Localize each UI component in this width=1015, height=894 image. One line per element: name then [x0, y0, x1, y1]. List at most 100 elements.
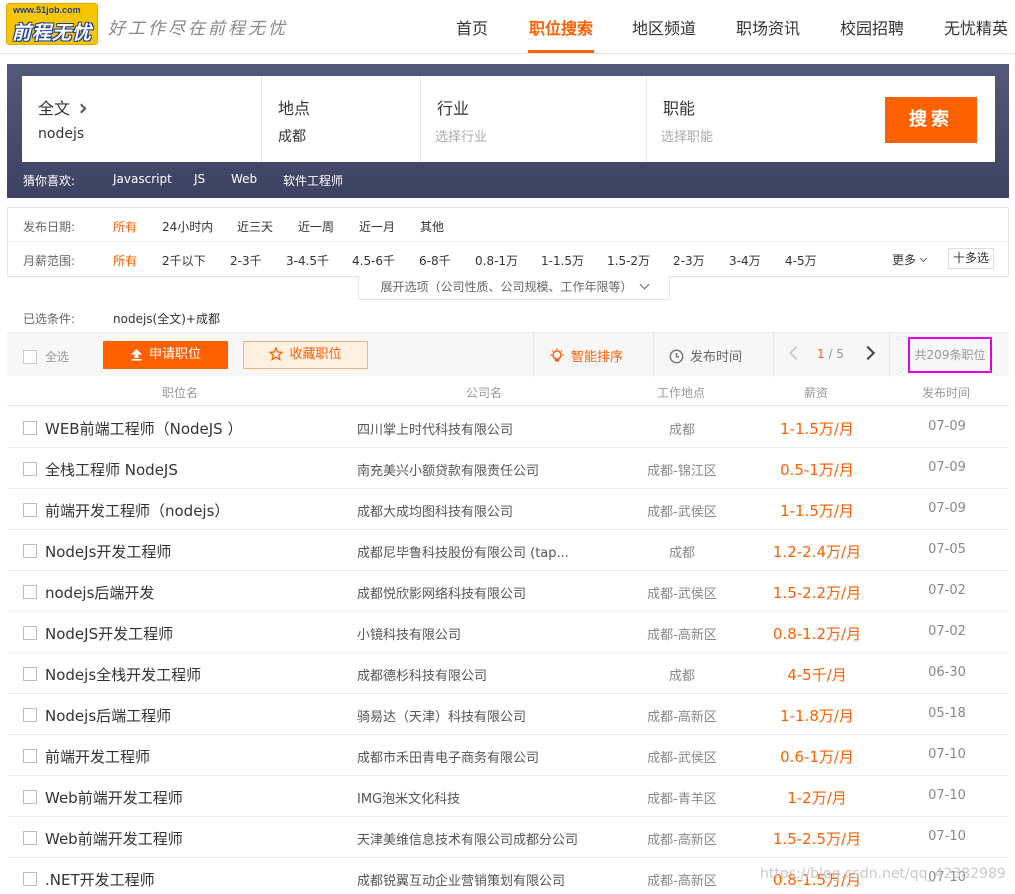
date-option[interactable]: 24小时内 [162, 218, 213, 235]
function-field[interactable]: 职能 选择职能 [647, 76, 877, 162]
job-title[interactable]: 前端开发工程师 [45, 746, 150, 767]
search-button[interactable]: 搜索 [885, 97, 977, 143]
table-row[interactable]: 全栈工程师 NodeJS 南充美兴小额贷款有限责任公司 成都-锦江区 0.5-1万/月… [7, 448, 1009, 489]
job-title[interactable]: NodeJS开发工程师 [45, 623, 173, 644]
salary-option[interactable]: 4.5-6千 [352, 252, 395, 269]
site-logo[interactable]: www.51job.com 前程无忧 [6, 3, 98, 45]
table-row[interactable]: nodejs后端开发 成都悦欣影网络科技有限公司 成都-武侯区 1.5-2.2万/月 0… [7, 571, 1009, 612]
row-checkbox[interactable] [23, 667, 37, 681]
job-title[interactable]: Web前端开发工程师 [45, 787, 183, 808]
job-title[interactable]: Nodejs后端工程师 [45, 705, 171, 726]
table-row[interactable]: Web前端开发工程师 IMG泡米文化科技 成都-青羊区 1-2万/月 07-10 [7, 776, 1009, 817]
row-checkbox[interactable] [23, 831, 37, 845]
more-toggle[interactable]: 更多 [892, 251, 928, 268]
salary-option[interactable]: 2-3万 [673, 252, 705, 269]
company-name[interactable]: 天津美维信息技术有限公司成都分公司 [357, 829, 578, 848]
location-field[interactable]: 地点 成都 [262, 76, 421, 162]
date-option[interactable]: 近一周 [298, 218, 334, 235]
nav-home[interactable]: 首页 [456, 15, 488, 39]
salary-option[interactable]: 3-4万 [729, 252, 761, 269]
table-row[interactable]: Nodejs后端工程师 骑易达（天津）科技有限公司 成都-高新区 1-1.8万/月 05… [7, 694, 1009, 735]
salary-option[interactable]: 2千以下 [162, 252, 206, 269]
row-checkbox[interactable] [23, 421, 37, 435]
job-title[interactable]: Web前端开发工程师 [45, 828, 183, 849]
guess-tag[interactable]: JS [194, 172, 205, 186]
checkbox[interactable] [23, 350, 37, 364]
row-checkbox[interactable] [23, 749, 37, 763]
keyword-field[interactable]: 全文 nodejs [22, 76, 262, 162]
salary-option[interactable]: 2-3千 [230, 252, 262, 269]
nav-career-news[interactable]: 职场资讯 [736, 15, 800, 39]
nav-job-search[interactable]: 职位搜索 [529, 15, 593, 39]
expand-options-toggle[interactable]: 展开选项（公司性质、公司规模、工作年限等） [358, 276, 670, 300]
guess-tag[interactable]: 软件工程师 [283, 172, 343, 189]
job-title[interactable]: .NET开发工程师 [45, 869, 155, 890]
company-name[interactable]: 成都德杉科技有限公司 [357, 665, 487, 684]
smart-sort-button[interactable]: 智能排序 [549, 346, 623, 365]
salary-option[interactable]: 4-5万 [785, 252, 817, 269]
row-checkbox[interactable] [23, 544, 37, 558]
company-name[interactable]: 成都尼毕鲁科技股份有限公司 (tap... [357, 542, 569, 561]
job-title[interactable]: 全栈工程师 NodeJS [45, 459, 178, 480]
keyword-label[interactable]: 全文 [38, 95, 87, 119]
company-name[interactable]: 小镜科技有限公司 [357, 624, 461, 643]
next-page-icon[interactable] [860, 345, 876, 361]
selected-conditions-value: nodejs(全文)+成都 [113, 312, 220, 326]
salary-option[interactable]: 3-4.5千 [286, 252, 329, 269]
company-name[interactable]: 成都悦欣影网络科技有限公司 [357, 583, 526, 602]
keyword-input[interactable]: nodejs [38, 126, 84, 142]
guess-tag[interactable]: Javascript [113, 172, 172, 186]
company-name[interactable]: IMG泡米文化科技 [357, 788, 460, 807]
table-row[interactable]: 前端开发工程师（nodejs） 成都大成均图科技有限公司 成都-武侯区 1-1.5万/… [7, 489, 1009, 530]
row-checkbox[interactable] [23, 462, 37, 476]
nav-elite[interactable]: 无忧精英 [944, 15, 1008, 39]
multi-select-button[interactable]: 十多选 [948, 248, 994, 269]
row-checkbox[interactable] [23, 585, 37, 599]
favorite-job-button[interactable]: 收藏职位 [243, 341, 368, 369]
date-option[interactable]: 所有 [113, 218, 137, 235]
salary-option[interactable]: 0.8-1万 [475, 252, 518, 269]
nav-campus[interactable]: 校园招聘 [840, 15, 904, 39]
company-name[interactable]: 南充美兴小额贷款有限责任公司 [357, 460, 539, 479]
company-name[interactable]: 成都市禾田青电子商务有限公司 [357, 747, 539, 766]
job-title[interactable]: NodeJs开发工程师 [45, 541, 171, 562]
company-name[interactable]: 四川掌上时代科技有限公司 [357, 419, 513, 438]
row-checkbox[interactable] [23, 503, 37, 517]
location-value[interactable]: 成都 [278, 126, 306, 146]
prev-page-icon[interactable] [788, 345, 804, 361]
salary-option[interactable]: 6-8千 [419, 252, 451, 269]
date-option[interactable]: 近三天 [237, 218, 273, 235]
nav-region[interactable]: 地区频道 [632, 15, 696, 39]
date-option[interactable]: 其他 [420, 218, 444, 235]
job-title[interactable]: WEB前端工程师（NodeJS ） [45, 418, 242, 439]
table-row[interactable]: Nodejs全栈开发工程师 成都德杉科技有限公司 成都 4-5千/月 06-30 [7, 653, 1009, 694]
company-name[interactable]: 骑易达（天津）科技有限公司 [357, 706, 526, 725]
job-title[interactable]: nodejs后端开发 [45, 582, 154, 603]
table-row[interactable]: Web前端开发工程师 天津美维信息技术有限公司成都分公司 成都-高新区 1.5-2.5… [7, 817, 1009, 858]
job-title[interactable]: 前端开发工程师（nodejs） [45, 500, 229, 521]
salary-option[interactable]: 1.5-2万 [607, 252, 650, 269]
select-all-checkbox[interactable]: 全选 [23, 348, 69, 365]
date-filter-row: 发布日期: 所有 24小时内 近三天 近一周 近一月 其他 [8, 208, 1008, 242]
salary-option[interactable]: 1-1.5万 [541, 252, 584, 269]
table-row[interactable]: NodeJs开发工程师 成都尼毕鲁科技股份有限公司 (tap... 成都 1.2-2.… [7, 530, 1009, 571]
table-row[interactable]: NodeJS开发工程师 小镜科技有限公司 成都-高新区 0.8-1.2万/月 07-02 [7, 612, 1009, 653]
watermark: https://blog.csdn.net/qq_42382989 [760, 866, 1006, 882]
company-name[interactable]: 成都锐翼互动企业营销策划有限公司 [357, 870, 565, 889]
row-checkbox[interactable] [23, 708, 37, 722]
row-checkbox[interactable] [23, 790, 37, 804]
date-option[interactable]: 近一月 [359, 218, 395, 235]
industry-field[interactable]: 行业 选择行业 [421, 76, 647, 162]
table-row[interactable]: WEB前端工程师（NodeJS ） 四川掌上时代科技有限公司 成都 1-1.5万/月 0… [7, 407, 1009, 448]
publish-time-sort-button[interactable]: 发布时间 [669, 346, 742, 365]
salary-option[interactable]: 所有 [113, 252, 137, 269]
row-checkbox[interactable] [23, 872, 37, 886]
industry-placeholder[interactable]: 选择行业 [435, 126, 487, 145]
guess-tag[interactable]: Web [231, 172, 257, 186]
job-title[interactable]: Nodejs全栈开发工程师 [45, 664, 201, 685]
company-name[interactable]: 成都大成均图科技有限公司 [357, 501, 513, 520]
apply-job-button[interactable]: 申请职位 [103, 341, 228, 369]
table-row[interactable]: 前端开发工程师 成都市禾田青电子商务有限公司 成都-武侯区 0.6-1万/月 07-10 [7, 735, 1009, 776]
row-checkbox[interactable] [23, 626, 37, 640]
function-placeholder[interactable]: 选择职能 [661, 126, 713, 145]
